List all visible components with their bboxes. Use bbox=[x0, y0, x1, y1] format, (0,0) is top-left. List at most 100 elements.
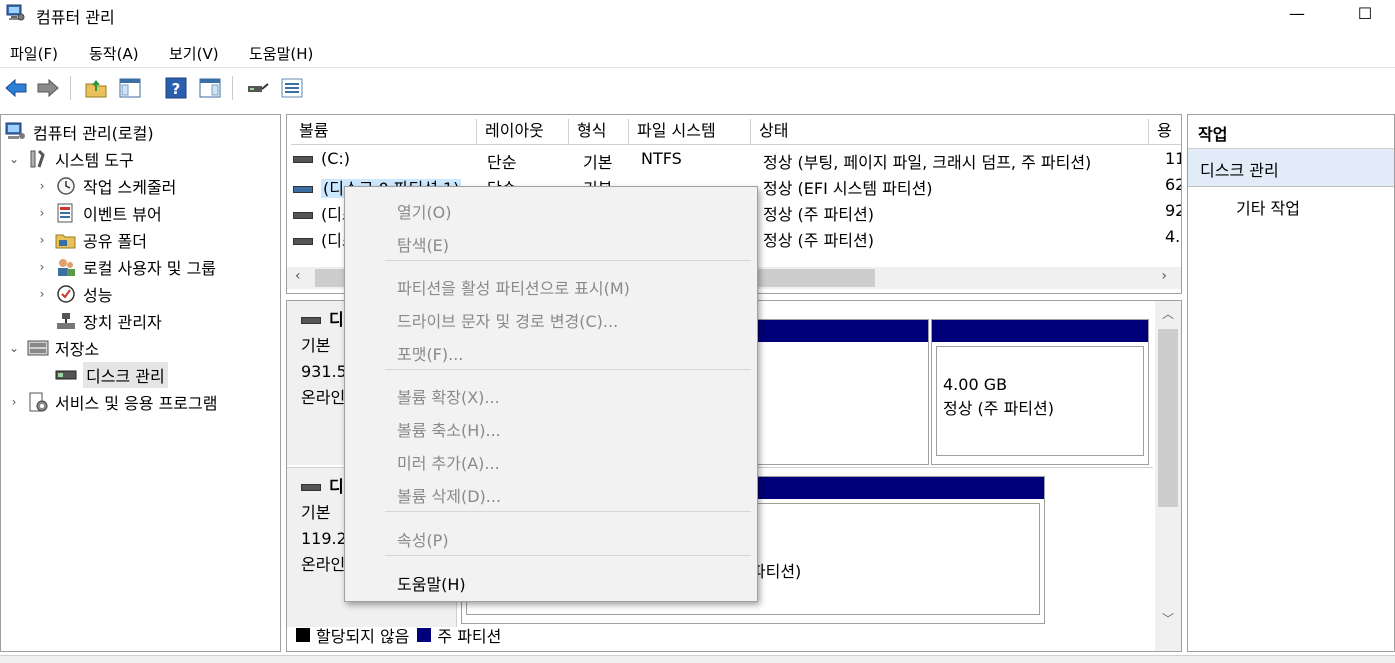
scroll-right-icon[interactable]: › bbox=[1161, 268, 1167, 284]
column-header-status[interactable]: 상태 bbox=[751, 119, 1149, 145]
tree-item-performance[interactable]: › 성능 bbox=[35, 281, 112, 307]
menu-item-change-letter[interactable]: 드라이브 문자 및 경로 변경(C)... bbox=[397, 308, 618, 332]
menu-item-delete[interactable]: 볼륨 삭제(D)... bbox=[397, 483, 501, 507]
tree-item-storage[interactable]: ⌄ 저장소 bbox=[7, 335, 99, 361]
volume-fs: NTFS bbox=[641, 149, 682, 168]
chevron-down-icon[interactable]: ⌄ bbox=[7, 152, 21, 166]
menu-item-format[interactable]: 포맷(F)... bbox=[397, 341, 463, 365]
up-folder-icon[interactable] bbox=[84, 76, 108, 100]
tree-label: 작업 스케줄러 bbox=[83, 178, 177, 197]
tree-item-system-tools[interactable]: ⌄ 시스템 도구 bbox=[7, 146, 134, 172]
legend-label-primary: 주 파티션 bbox=[437, 627, 502, 646]
menu-item-add-mirror[interactable]: 미러 추가(A)... bbox=[397, 450, 500, 474]
column-header-volume[interactable]: 볼륨 bbox=[291, 119, 477, 145]
actions-section-disk-management[interactable]: 디스크 관리 bbox=[1188, 149, 1394, 187]
tree-label: 저장소 bbox=[55, 340, 100, 359]
tree-label: 로컬 사용자 및 그룹 bbox=[83, 259, 217, 278]
forward-arrow-icon[interactable] bbox=[36, 76, 60, 100]
menu-item-shrink[interactable]: 볼륨 축소(H)... bbox=[397, 417, 501, 441]
device-manager-icon bbox=[57, 313, 75, 329]
shared-folder-icon bbox=[55, 234, 76, 249]
chevron-right-icon[interactable]: › bbox=[35, 287, 49, 301]
vertical-scrollbar[interactable]: ︿ ﹀ bbox=[1155, 301, 1181, 651]
chevron-down-icon[interactable]: ⌄ bbox=[7, 341, 21, 355]
tree-item-computer-management[interactable]: 컴퓨터 관리(로컬) bbox=[5, 119, 154, 145]
tree-item-disk-management[interactable]: 디스크 관리 bbox=[55, 362, 168, 388]
volume-layout: 단순 bbox=[487, 153, 517, 172]
partition-status: 정상 (주 파티션) bbox=[943, 399, 1054, 418]
title-bar: 컴퓨터 관리 — ☐ bbox=[0, 0, 1395, 30]
menu-item-explore[interactable]: 탐색(E) bbox=[397, 232, 449, 256]
computer-management-icon bbox=[6, 4, 25, 21]
system-tools-icon bbox=[30, 149, 45, 168]
services-icon bbox=[29, 392, 48, 412]
column-header-filesystem[interactable]: 파일 시스템 bbox=[629, 119, 751, 145]
back-arrow-icon[interactable] bbox=[4, 76, 28, 100]
volume-status: 정상 (부팅, 페이지 파일, 크래시 덤프, 주 파티션) bbox=[763, 153, 1092, 172]
chevron-right-icon[interactable]: › bbox=[35, 179, 49, 193]
legend-swatch-unallocated bbox=[296, 628, 310, 642]
volume-icon bbox=[293, 238, 313, 245]
action-more[interactable]: 기타 작업 bbox=[1188, 187, 1394, 219]
chevron-right-icon[interactable]: › bbox=[35, 206, 49, 220]
svg-text:?: ? bbox=[172, 80, 181, 98]
table-row[interactable]: (C:) 단순 기본 NTFS 정상 (부팅, 페이지 파일, 크래시 덤프, … bbox=[287, 147, 1181, 173]
legend-label-unallocated: 할당되지 않음 bbox=[316, 627, 410, 646]
computer-management-icon bbox=[5, 122, 25, 139]
tree-label: 컴퓨터 관리(로컬) bbox=[33, 124, 154, 143]
tree-item-services-apps[interactable]: › 서비스 및 응용 프로그램 bbox=[7, 389, 217, 415]
menu-help[interactable]: 도움말(H) bbox=[249, 43, 313, 64]
tree-label: 시스템 도구 bbox=[55, 151, 134, 170]
menu-item-properties[interactable]: 속성(P) bbox=[397, 527, 449, 551]
menu-separator bbox=[385, 369, 751, 370]
chevron-right-icon[interactable]: › bbox=[35, 233, 49, 247]
scroll-down-icon[interactable]: ﹀ bbox=[1155, 610, 1181, 627]
scroll-left-icon[interactable]: ‹ bbox=[295, 268, 301, 284]
menu-separator bbox=[385, 511, 751, 512]
tree-item-task-scheduler[interactable]: › 작업 스케줄러 bbox=[35, 173, 176, 199]
actions-pane: 작업 디스크 관리 기타 작업 bbox=[1187, 114, 1395, 652]
console-tree: 컴퓨터 관리(로컬) ⌄ 시스템 도구 › 작업 스케줄러 › 이벤트 뷰어 › bbox=[0, 114, 281, 652]
menu-separator bbox=[385, 555, 751, 556]
column-header-type[interactable]: 형식 bbox=[569, 119, 629, 145]
legend: 할당되지 않음 주 파티션 bbox=[292, 624, 501, 646]
menu-file[interactable]: 파일(F) bbox=[10, 43, 58, 64]
maximize-button[interactable]: ☐ bbox=[1342, 2, 1388, 28]
toolbar: ? bbox=[0, 70, 1395, 106]
volume-icon bbox=[293, 186, 313, 193]
minimize-button[interactable]: — bbox=[1274, 2, 1320, 28]
connect-icon[interactable] bbox=[246, 76, 270, 100]
actions-header: 작업 bbox=[1188, 115, 1394, 149]
window-title: 컴퓨터 관리 bbox=[36, 8, 115, 27]
chevron-right-icon[interactable]: › bbox=[35, 260, 49, 274]
show-hide-tree-icon[interactable] bbox=[118, 76, 142, 100]
scrollbar-thumb[interactable] bbox=[1158, 329, 1178, 507]
tree-label: 성능 bbox=[83, 286, 113, 305]
disk-icon bbox=[301, 484, 321, 491]
volume-type: 기본 bbox=[583, 153, 613, 172]
menu-item-extend[interactable]: 볼륨 확장(X)... bbox=[397, 384, 500, 408]
column-header-capacity[interactable]: 용 bbox=[1149, 119, 1181, 145]
legend-swatch-primary bbox=[417, 628, 432, 642]
scroll-up-icon[interactable]: ︿ bbox=[1155, 305, 1181, 322]
context-menu: 열기(O) 탐색(E) 파티션을 활성 파티션으로 표시(M) 드라이브 문자 … bbox=[344, 186, 758, 602]
properties-list-icon[interactable] bbox=[280, 76, 304, 100]
menu-item-help[interactable]: 도움말(H) bbox=[397, 571, 466, 595]
partition-size: 4.00 GB bbox=[943, 375, 1008, 394]
partition-block[interactable]: 4.00 GB 정상 (주 파티션) bbox=[931, 319, 1149, 465]
chevron-right-icon[interactable]: › bbox=[7, 395, 21, 409]
volume-capacity: 62 bbox=[1165, 175, 1181, 194]
tree-item-shared-folders[interactable]: › 공유 폴더 bbox=[35, 227, 147, 253]
column-header-layout[interactable]: 레이아웃 bbox=[477, 119, 569, 145]
menu-action[interactable]: 동작(A) bbox=[89, 43, 139, 64]
menu-item-mark-active[interactable]: 파티션을 활성 파티션으로 표시(M) bbox=[397, 275, 630, 299]
tree-item-local-users[interactable]: › 로컬 사용자 및 그룹 bbox=[35, 254, 216, 280]
tree-item-event-viewer[interactable]: › 이벤트 뷰어 bbox=[35, 200, 162, 226]
menu-view[interactable]: 보기(V) bbox=[169, 43, 219, 64]
tree-item-device-manager[interactable]: 장치 관리자 bbox=[55, 308, 162, 334]
tree-label: 공유 폴더 bbox=[83, 232, 147, 251]
volume-name: (C:) bbox=[321, 149, 351, 168]
help-icon[interactable]: ? bbox=[164, 76, 188, 100]
show-hide-action-icon[interactable] bbox=[198, 76, 222, 100]
menu-item-open[interactable]: 열기(O) bbox=[397, 199, 452, 223]
